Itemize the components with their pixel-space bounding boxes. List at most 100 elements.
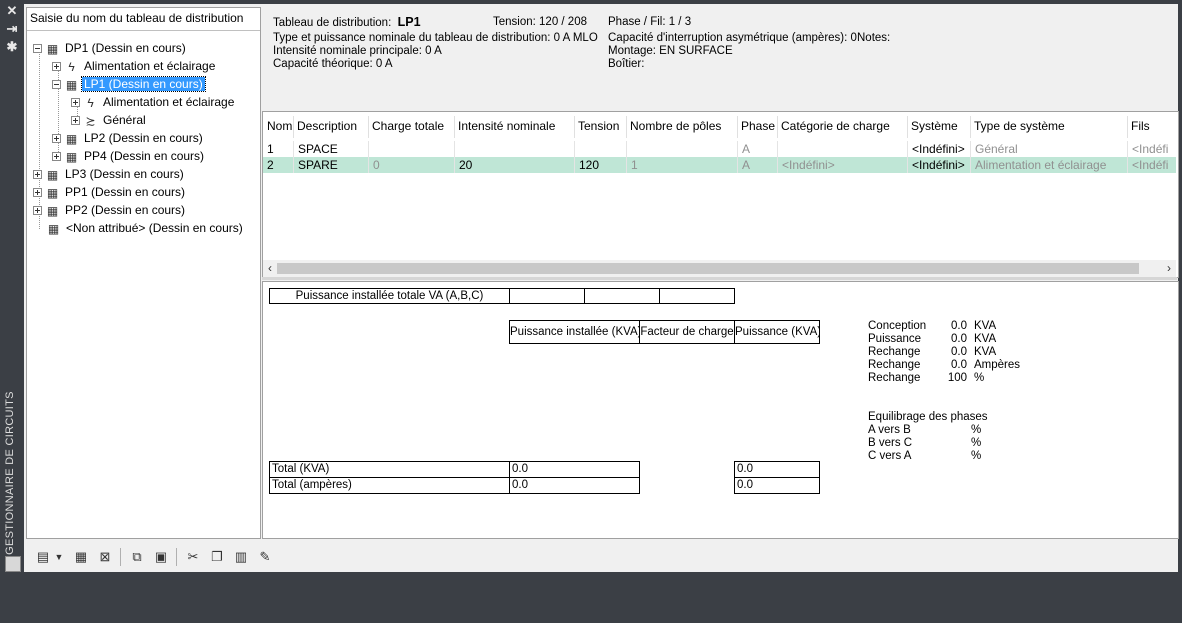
panel-icon: ▦ xyxy=(65,131,78,146)
col-header-name[interactable]: Nom xyxy=(264,116,294,138)
panel-icon: ▦ xyxy=(46,185,59,200)
expand-icon[interactable] xyxy=(33,188,42,198)
panel-name: LP1 xyxy=(397,15,421,29)
properties-icon[interactable]: ✱ xyxy=(4,40,20,54)
expand-icon[interactable] xyxy=(71,116,80,126)
total-amps-power: 0.0 xyxy=(734,477,820,494)
circuit-grid: Nom Description Charge totale Intensité … xyxy=(262,111,1179,278)
bottom-toolbar: ▤ ▼ ▦ ⊠ ⧉ ▣ ✂ ❐ ▥ ✎ xyxy=(24,542,1178,572)
edit-icon[interactable]: ✎ xyxy=(256,548,274,566)
col-header-phase[interactable]: Phase xyxy=(738,116,778,138)
total-amps-installed: 0.0 xyxy=(509,477,640,494)
circuit-manager-window: Saisie du nom du tableau de distribution… xyxy=(24,4,1179,572)
stats-values: 0.0 0.0 0.0 0.0 100 xyxy=(947,320,967,384)
col-header-system[interactable]: Système xyxy=(908,116,971,138)
expand-icon[interactable] xyxy=(71,98,80,108)
phase-balance-units: % % % xyxy=(971,424,982,462)
col-header-load-category[interactable]: Catégorie de charge xyxy=(778,116,908,138)
tree-node-pp4[interactable]: ▦ PP4 (Dessin en cours) xyxy=(52,147,206,165)
total-va-label: Puissance installée totale VA (A,B,C) xyxy=(269,288,510,304)
pane-splitter[interactable] xyxy=(262,277,1177,280)
tree-node-unassigned[interactable]: ▦ <Non attribué> (Dessin en cours) xyxy=(46,219,245,237)
new-panel-icon[interactable]: ▤ xyxy=(34,548,52,566)
panel-icon: ▦ xyxy=(47,221,60,236)
palette-strip: ✕ ⇥ ✱ GESTIONNAIRE DE CIRCUITS xyxy=(0,0,24,576)
tree-node-lp3[interactable]: ▦ LP3 (Dessin en cours) xyxy=(33,165,186,183)
tree-node-pp1[interactable]: ▦ PP1 (Dessin en cours) xyxy=(33,183,187,201)
col-header-poles[interactable]: Nombre de pôles xyxy=(627,116,738,138)
theoretical-capacity-info: Capacité théorique: 0 A xyxy=(273,58,393,70)
total-kva-installed: 0.0 xyxy=(509,461,640,478)
expand-icon[interactable] xyxy=(52,62,61,72)
scroll-right-icon[interactable]: › xyxy=(1162,260,1176,277)
tree-node-lp1[interactable]: ▦ LP1 (Dessin en cours) xyxy=(52,75,206,93)
phase-balance-labels: A vers B B vers C C vers A xyxy=(868,424,913,462)
panel-label: Tableau de distribution: xyxy=(273,17,392,29)
horizontal-scrollbar[interactable]: ‹ › xyxy=(263,260,1176,277)
palette-title: GESTIONNAIRE DE CIRCUITS xyxy=(4,391,16,555)
total-kva-power: 0.0 xyxy=(734,461,820,478)
table-row[interactable]: 1 SPACE A <Indéfini> Général <Indéfi xyxy=(263,141,1176,157)
expand-icon[interactable] xyxy=(52,134,61,144)
palette-menu-icon[interactable] xyxy=(5,556,21,572)
delete-icon[interactable]: ⊠ xyxy=(96,548,114,566)
expand-icon[interactable] xyxy=(33,206,42,216)
dropdown-arrow-icon[interactable]: ▼ xyxy=(54,548,64,566)
power-lighting-icon: ϟ xyxy=(68,59,75,74)
type-power-info: Type et puissance nominale du tableau de… xyxy=(273,32,598,44)
col-header-rated-current[interactable]: Intensité nominale xyxy=(455,116,575,138)
panel-icon: ▦ xyxy=(46,203,59,218)
header-power-kva: Puissance (KVA) xyxy=(734,320,820,344)
tree-node-dp1[interactable]: ▦ DP1 (Dessin en cours) xyxy=(33,39,188,57)
collapse-icon[interactable] xyxy=(52,80,61,90)
tree-header: Saisie du nom du tableau de distribution xyxy=(30,11,244,25)
stats-labels: Conception Puissance Rechange Rechange R… xyxy=(868,320,927,384)
copy-icon[interactable]: ❐ xyxy=(208,548,226,566)
panel-icon: ▦ xyxy=(65,77,78,92)
collapse-icon[interactable] xyxy=(33,44,42,54)
panel-icon: ▦ xyxy=(46,167,59,182)
mounting-info: Montage: EN SURFACE xyxy=(608,45,733,57)
total-kva-label: Total (KVA) xyxy=(269,461,510,478)
tree-node-lp2[interactable]: ▦ LP2 (Dessin en cours) xyxy=(52,129,205,147)
panel-icon: ▦ xyxy=(46,41,59,56)
expand-icon[interactable] xyxy=(52,152,61,162)
tree-node-pp2[interactable]: ▦ PP2 (Dessin en cours) xyxy=(33,201,187,219)
power-lighting-icon: ϟ xyxy=(87,95,94,110)
total-va-b xyxy=(584,288,660,304)
col-header-total-load[interactable]: Charge totale xyxy=(369,116,455,138)
tree-node-lp1-general[interactable]: ≿ Général xyxy=(71,111,148,129)
panel-tree: Saisie du nom du tableau de distribution… xyxy=(26,7,261,539)
header-installed-kva: Puissance installée (KVA) xyxy=(509,320,640,344)
scroll-left-icon[interactable]: ‹ xyxy=(263,260,277,277)
phase-balance-title: Equilibrage des phases xyxy=(868,411,988,423)
general-system-icon: ≿ xyxy=(85,113,96,128)
load-summary: Puissance installée totale VA (A,B,C) Pu… xyxy=(262,281,1179,539)
panel-info: Tableau de distribution: LP1 Tension: 12… xyxy=(262,7,1177,107)
col-header-system-type[interactable]: Type de système xyxy=(971,116,1128,138)
total-va-c xyxy=(659,288,735,304)
total-amps-label: Total (ampères) xyxy=(269,477,510,494)
col-header-description[interactable]: Description xyxy=(294,116,369,138)
main-current-info: Intensité nominale principale: 0 A xyxy=(273,45,442,57)
col-header-wires[interactable]: Fils xyxy=(1128,116,1176,138)
tension-info: Tension: 120 / 208 xyxy=(493,16,587,28)
total-va-a xyxy=(509,288,585,304)
panel-icon: ▦ xyxy=(65,149,78,164)
paste-panel-icon[interactable]: ▣ xyxy=(152,548,170,566)
copy-panel-icon[interactable]: ⧉ xyxy=(128,548,146,566)
enclosure-info: Boîtier: xyxy=(608,58,645,70)
paste-icon[interactable]: ▥ xyxy=(232,548,250,566)
tree-node-lp1-power-lighting[interactable]: ϟ Alimentation et éclairage xyxy=(71,93,236,111)
cut-icon[interactable]: ✂ xyxy=(184,548,202,566)
col-header-voltage[interactable]: Tension xyxy=(575,116,627,138)
interrupt-capacity-info: Capacité d'interruption asymétrique (amp… xyxy=(608,32,857,44)
table-row-selected[interactable]: 2 SPARE 0 20 120 1 A <Indéfini> <Indéfin… xyxy=(263,157,1176,173)
auto-hide-icon[interactable]: ⇥ xyxy=(4,22,20,36)
expand-icon[interactable] xyxy=(33,170,42,180)
close-icon[interactable]: ✕ xyxy=(4,4,20,18)
scrollbar-thumb[interactable] xyxy=(277,263,1139,274)
new-system-icon[interactable]: ▦ xyxy=(72,548,90,566)
stats-units: KVA KVA KVA Ampères % xyxy=(974,320,1021,384)
tree-node-dp1-power-lighting[interactable]: ϟ Alimentation et éclairage xyxy=(52,57,217,75)
